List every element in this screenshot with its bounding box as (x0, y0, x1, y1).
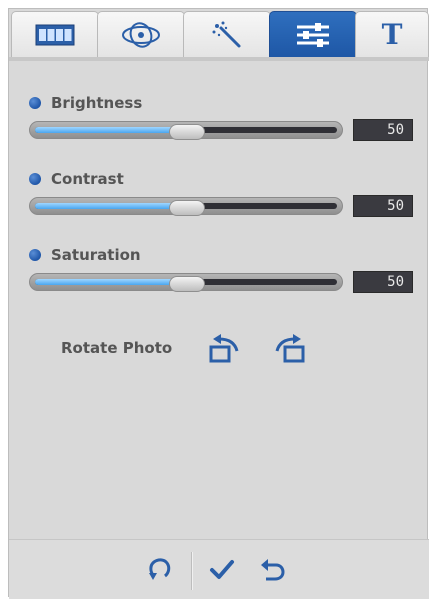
brightness-slider-handle[interactable] (169, 124, 205, 140)
rotate-left-button[interactable] (207, 333, 241, 365)
tab-text[interactable]: T (355, 11, 429, 57)
bottom-toolbar (9, 539, 429, 599)
tab-bar: T (9, 9, 429, 61)
rotate-left-icon (207, 334, 241, 369)
saturation-label: Saturation (51, 246, 141, 264)
brightness-indicator-icon (29, 97, 41, 109)
brightness-value[interactable]: 50 (353, 119, 413, 141)
reset-icon (146, 555, 174, 587)
checkmark-icon (208, 555, 236, 587)
film-strip-icon (35, 23, 75, 47)
orbit-icon (119, 20, 163, 50)
rotate-photo-label: Rotate Photo (61, 339, 173, 357)
reset-button[interactable] (143, 554, 177, 588)
rotate-right-button[interactable] (273, 333, 307, 365)
tab-divider (9, 57, 429, 61)
brightness-control: Brightness 50 (9, 93, 429, 163)
tab-film[interactable] (11, 11, 99, 57)
saturation-indicator-icon (29, 249, 41, 261)
adjustments-panel: T Brightness 50 Contrast 50 Saturation 5… (8, 8, 429, 599)
saturation-value[interactable]: 50 (353, 271, 413, 293)
brightness-label: Brightness (51, 94, 143, 112)
contrast-slider-handle[interactable] (169, 200, 205, 216)
contrast-value[interactable]: 50 (353, 195, 413, 217)
saturation-control: Saturation 50 (9, 245, 429, 315)
rotate-photo-row: Rotate Photo (9, 329, 429, 369)
tab-effects[interactable] (97, 11, 185, 57)
contrast-indicator-icon (29, 173, 41, 185)
bottom-divider (191, 552, 192, 590)
contrast-label: Contrast (51, 170, 124, 188)
text-icon: T (381, 17, 403, 51)
apply-button[interactable] (205, 554, 239, 588)
saturation-slider-handle[interactable] (169, 276, 205, 292)
tab-adjustments[interactable] (269, 11, 357, 57)
sliders-icon (293, 20, 333, 50)
undo-icon (258, 555, 286, 587)
tab-magic[interactable] (183, 11, 271, 57)
magic-wand-icon (209, 20, 245, 50)
rotate-right-icon (273, 334, 307, 369)
contrast-control: Contrast 50 (9, 169, 429, 239)
undo-button[interactable] (255, 554, 289, 588)
